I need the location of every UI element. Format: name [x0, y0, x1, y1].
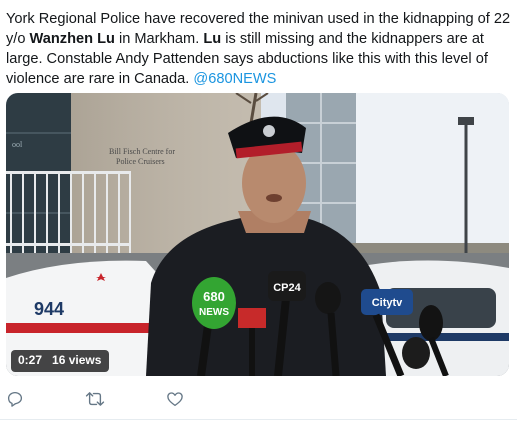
tweet: York Regional Police have recovered the …	[0, 0, 517, 422]
mic-black-3	[402, 337, 430, 369]
tweet-text: York Regional Police have recovered the …	[6, 9, 511, 89]
video-frame: ool Bill Fisch Centre for Police Cruiser…	[6, 93, 509, 376]
video-duration: 0:27	[18, 353, 43, 367]
mic-black-1	[315, 282, 341, 314]
retweet-button[interactable]	[85, 390, 107, 412]
mic-black-2	[419, 305, 443, 341]
tweet-actions	[0, 390, 517, 414]
reply-button[interactable]	[6, 390, 28, 412]
car-number: 944	[34, 299, 64, 319]
divider	[0, 419, 517, 420]
building-sign-line2: Police Cruisers	[116, 157, 165, 166]
mic-news-label: NEWS	[199, 307, 229, 318]
mic-citytv-label: Citytv	[372, 297, 403, 309]
video-views: 16 views	[52, 353, 102, 367]
tweet-name-wanzhen-lu: Wanzhen Lu	[29, 31, 115, 47]
like-button[interactable]	[166, 390, 188, 412]
mention-link[interactable]: @680NEWS	[193, 71, 276, 87]
tweet-name-lu: Lu	[203, 31, 222, 47]
hat-badge-icon	[263, 125, 275, 137]
retweet-icon	[85, 392, 105, 406]
bright-sky	[351, 93, 509, 263]
video-info-badge: 0:27 16 views	[11, 350, 110, 372]
door-text: ool	[12, 140, 23, 149]
mic-cp24-label: CP24	[273, 282, 301, 294]
mic-680-label: 680	[203, 289, 225, 304]
mic-red-flag	[238, 308, 266, 328]
railing	[6, 171, 131, 174]
video-player[interactable]: ool Bill Fisch Centre for Police Cruiser…	[6, 93, 509, 376]
tweet-text-part-2: in Markham.	[114, 31, 204, 47]
like-icon	[167, 392, 183, 407]
reply-icon	[7, 391, 23, 407]
building-sign-line1: Bill Fisch Centre for	[109, 147, 175, 156]
glass-facade	[6, 93, 71, 258]
